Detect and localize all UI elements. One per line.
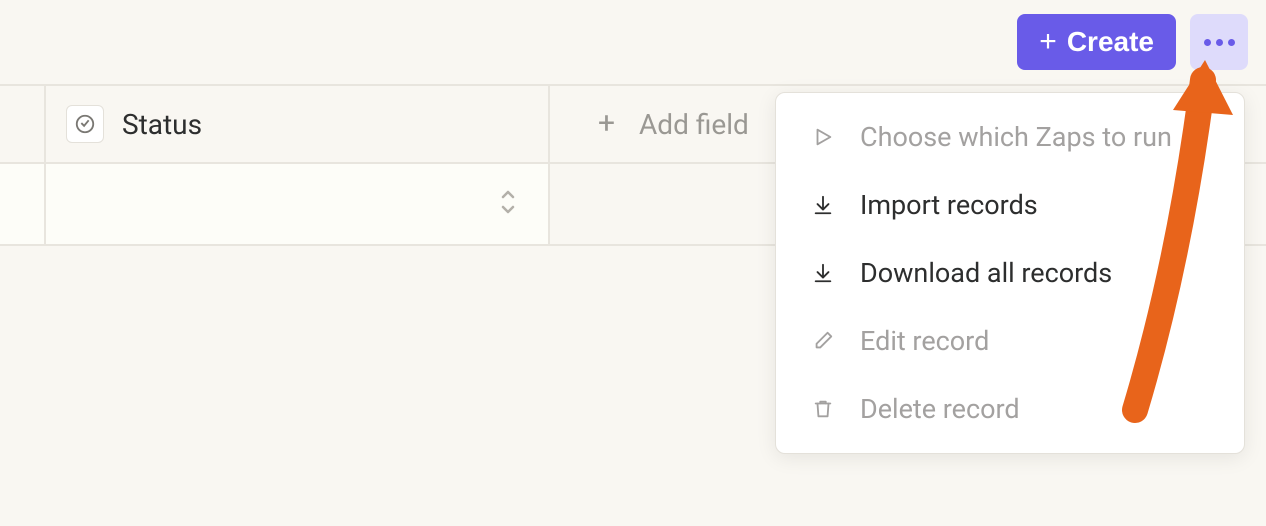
play-icon <box>810 124 836 150</box>
plus-icon: + <box>598 109 615 139</box>
menu-item-label: Edit record <box>860 325 989 357</box>
status-type-icon <box>66 105 104 143</box>
menu-item-edit-record: Edit record <box>776 307 1244 375</box>
download-icon <box>810 192 836 218</box>
menu-item-download-records[interactable]: Download all records <box>776 239 1244 307</box>
menu-item-label: Choose which Zaps to run <box>860 121 1172 153</box>
menu-item-delete-record: Delete record <box>776 375 1244 443</box>
menu-item-label: Import records <box>860 189 1038 221</box>
more-options-menu: Choose which Zaps to run Import records … <box>775 92 1245 454</box>
download-icon <box>810 260 836 286</box>
updown-chevron-icon <box>498 188 518 220</box>
menu-item-label: Download all records <box>860 257 1112 289</box>
pencil-icon <box>810 328 836 354</box>
plus-icon: + <box>1039 27 1057 57</box>
create-button[interactable]: + Create <box>1017 14 1176 70</box>
create-button-label: Create <box>1067 26 1154 58</box>
more-options-button[interactable] <box>1190 14 1248 70</box>
status-cell[interactable] <box>46 164 550 244</box>
dots-icon <box>1204 39 1211 46</box>
menu-item-choose-zaps: Choose which Zaps to run <box>776 103 1244 171</box>
row-selector-cell[interactable] <box>0 164 46 244</box>
trash-icon <box>810 396 836 422</box>
menu-item-label: Delete record <box>860 393 1020 425</box>
add-field-label: Add field <box>639 108 749 141</box>
status-column-header[interactable]: Status <box>46 86 550 162</box>
menu-item-import-records[interactable]: Import records <box>776 171 1244 239</box>
row-selector-column-header[interactable] <box>0 86 46 162</box>
status-column-label: Status <box>122 108 202 141</box>
toolbar: + Create <box>0 0 1266 84</box>
